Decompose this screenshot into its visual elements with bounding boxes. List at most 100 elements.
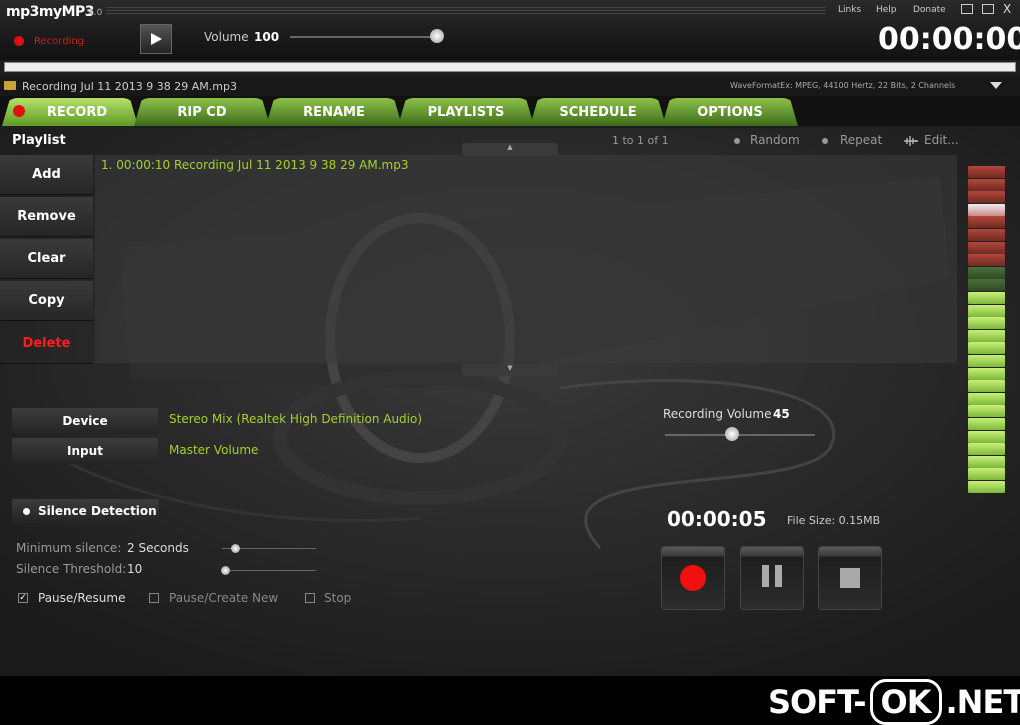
meter-segment	[968, 392, 1005, 405]
meter-segment	[968, 203, 1005, 216]
app-logo: mp3myMP3	[6, 4, 95, 20]
pause-resume-checkbox[interactable]: ✓	[18, 593, 28, 603]
meter-segment	[968, 317, 1005, 330]
playback-time: 00:00:00	[878, 22, 1020, 57]
meter-segment	[968, 329, 1005, 342]
stop-checkbox[interactable]	[305, 593, 315, 603]
playlist-list[interactable]	[95, 155, 957, 363]
minimum-silence-label: Minimum silence:	[16, 541, 122, 555]
file-size: File Size: 0.15MB	[787, 514, 881, 527]
tab-rename[interactable]: RENAME	[266, 98, 402, 126]
app-version: 4.0	[88, 8, 103, 18]
volume-value: 100	[254, 30, 280, 44]
device-button[interactable]: Device	[12, 408, 158, 434]
meter-segment	[968, 455, 1005, 468]
meter-segment	[968, 367, 1005, 380]
volume-label: Volume	[204, 30, 249, 44]
meter-segment	[968, 266, 1005, 279]
recording-time: 00:00:05	[667, 507, 767, 531]
collapse-up-icon[interactable]: ▲	[462, 143, 558, 155]
meter-segment	[968, 254, 1005, 267]
waveform-edit-icon[interactable]	[904, 135, 918, 147]
donate-link[interactable]: Donate	[913, 5, 946, 15]
wave-format-info: WaveFormatEx: MPEG, 44100 Hertz, 22 Bits…	[730, 81, 956, 90]
volume-slider-knob[interactable]	[430, 29, 444, 43]
stop-option-label[interactable]: Stop	[324, 591, 351, 605]
expand-down-icon[interactable]: ▼	[462, 364, 558, 376]
pause-create-new-checkbox[interactable]	[149, 593, 159, 603]
play-button[interactable]	[140, 24, 172, 54]
pause-icon	[759, 565, 785, 591]
minimum-silence-value: 2 Seconds	[127, 541, 189, 555]
recording-status-label: Recording	[34, 36, 85, 47]
meter-segment	[968, 355, 1005, 367]
drag-grip[interactable]	[106, 7, 826, 15]
meter-segment	[968, 418, 1005, 430]
silence-detection-button[interactable]: Silence Detection	[12, 499, 159, 523]
repeat-radio-icon[interactable]	[822, 138, 828, 144]
meter-segment	[968, 166, 1005, 178]
edit-button[interactable]: Edit...	[924, 133, 959, 147]
playback-progress-bar[interactable]	[4, 62, 1016, 72]
silence-detection-label: Silence Detection	[38, 504, 157, 518]
current-file-name: Recording Jul 11 2013 9 38 29 AM.mp3	[22, 80, 237, 93]
silence-toggle-icon	[23, 507, 30, 515]
record-button[interactable]	[661, 546, 725, 610]
pause-button[interactable]	[740, 546, 804, 610]
app-window: mp3myMP3 4.0 Links Help Donate X Recordi…	[0, 0, 1020, 725]
list-item[interactable]: 1. 00:00:10 Recording Jul 11 2013 9 38 2…	[101, 158, 408, 172]
meter-segment	[968, 443, 1005, 456]
silence-threshold-track[interactable]	[222, 570, 316, 571]
pause-create-new-label[interactable]: Pause/Create New	[169, 591, 278, 605]
watermark-left: SOFT-	[768, 683, 867, 721]
recording-volume-knob[interactable]	[725, 427, 739, 441]
remove-button[interactable]: Remove	[0, 197, 93, 237]
silence-threshold-knob[interactable]	[221, 566, 230, 575]
stop-icon	[840, 568, 860, 588]
help-link[interactable]: Help	[876, 5, 897, 15]
recording-volume-track[interactable]	[665, 434, 815, 436]
copy-button[interactable]: Copy	[0, 281, 93, 321]
record-icon	[680, 565, 706, 591]
meter-segment	[968, 279, 1005, 292]
playlist-title: Playlist	[12, 133, 66, 148]
meter-segment	[968, 216, 1005, 229]
meter-segment	[968, 481, 1005, 493]
device-value[interactable]: Stereo Mix (Realtek High Definition Audi…	[169, 412, 422, 426]
tab-options[interactable]: OPTIONS	[662, 98, 798, 126]
meter-segment	[968, 229, 1005, 241]
tab-schedule[interactable]: SCHEDULE	[530, 98, 666, 126]
silence-threshold-label: Silence Threshold:	[16, 562, 127, 576]
tab-rip-cd[interactable]: RIP CD	[134, 98, 270, 126]
stop-button[interactable]	[818, 546, 882, 610]
folder-icon[interactable]	[4, 81, 16, 90]
meter-segment	[968, 468, 1005, 481]
recording-status-icon	[14, 36, 24, 46]
meter-segment	[968, 241, 1005, 254]
meter-segment	[968, 342, 1005, 355]
input-button[interactable]: Input	[12, 438, 158, 464]
links-link[interactable]: Links	[838, 5, 861, 15]
pause-resume-label[interactable]: Pause/Resume	[38, 591, 125, 605]
add-button[interactable]: Add	[0, 155, 93, 195]
meter-segment	[968, 191, 1005, 204]
watermark-right: .NET	[945, 683, 1020, 721]
play-icon	[151, 33, 162, 45]
random-option[interactable]: Random	[750, 133, 800, 147]
close-icon[interactable]: X	[1003, 2, 1011, 16]
clear-button[interactable]: Clear	[0, 239, 93, 279]
random-radio-icon[interactable]	[734, 138, 740, 144]
repeat-option[interactable]: Repeat	[840, 133, 882, 147]
minimum-silence-knob[interactable]	[231, 544, 240, 553]
meter-segment	[968, 292, 1005, 304]
input-value[interactable]: Master Volume	[169, 443, 258, 457]
chevron-down-icon[interactable]	[990, 82, 1002, 89]
volume-slider-track[interactable]	[290, 36, 440, 38]
record-tab-icon	[13, 105, 25, 117]
watermark-ok: OK	[869, 679, 942, 725]
maximize-icon[interactable]	[982, 4, 994, 14]
delete-button[interactable]: Delete	[0, 324, 93, 364]
tab-playlists[interactable]: PLAYLISTS	[398, 98, 534, 126]
restore-icon[interactable]	[961, 4, 973, 14]
meter-segment	[968, 178, 1005, 191]
